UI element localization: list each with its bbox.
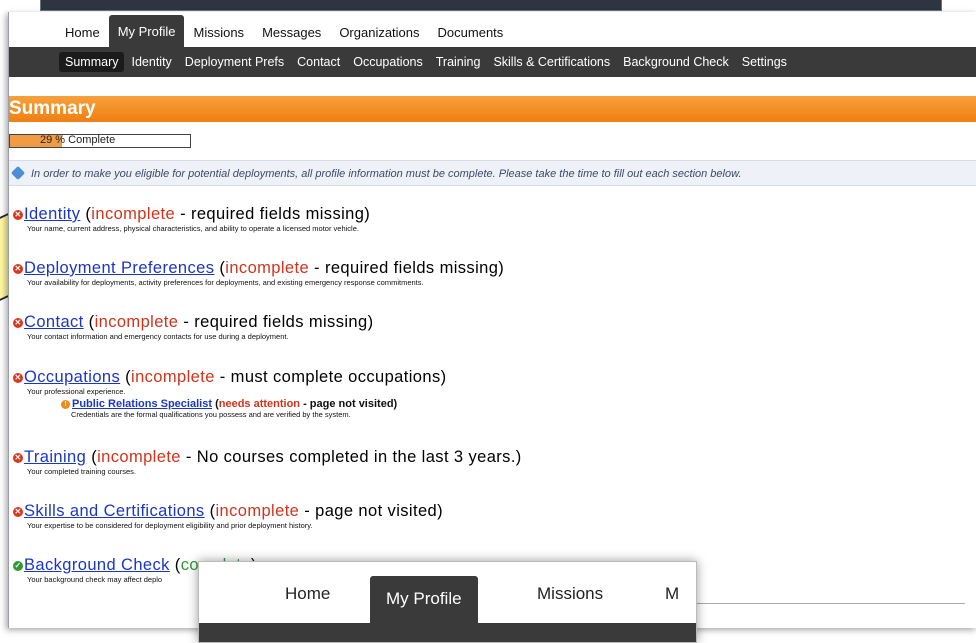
zoom-inset: Home My Profile Missions M xyxy=(198,561,697,643)
status-detail: - required fields missing) xyxy=(309,259,505,277)
error-icon: ✕ xyxy=(13,209,23,220)
info-text: In order to make you eligible for potent… xyxy=(31,168,742,180)
skills-certifications-link[interactable]: Skills and Certifications xyxy=(24,502,205,520)
subtab-settings[interactable]: Settings xyxy=(736,52,793,72)
subtab-background-check[interactable]: Background Check xyxy=(617,52,735,72)
training-link[interactable]: Training xyxy=(24,448,86,466)
info-banner: In order to make you eligible for potent… xyxy=(9,160,976,186)
status-label: incomplete xyxy=(94,313,179,331)
contact-link[interactable]: Contact xyxy=(24,313,84,331)
page-title: Summary xyxy=(9,96,976,122)
tab-my-profile[interactable]: My Profile xyxy=(108,15,185,47)
section-contact: ✕ Contact (incomplete - required fields m… xyxy=(13,313,373,341)
subtab-occupations[interactable]: Occupations xyxy=(347,52,428,72)
status-label: incomplete xyxy=(91,205,176,223)
identity-link[interactable]: Identity xyxy=(24,205,80,223)
error-icon: ✕ xyxy=(13,372,23,383)
info-icon xyxy=(10,165,26,181)
occupations-link[interactable]: Occupations xyxy=(24,368,120,386)
section-occupations: ✕ Occupations (incomplete - must complete… xyxy=(13,368,447,419)
tab-home[interactable]: Home xyxy=(56,19,109,47)
error-icon: ✕ xyxy=(13,263,23,274)
section-training: ✕ Training (incomplete - No courses compl… xyxy=(13,448,522,476)
status-detail: - must complete occupations) xyxy=(214,368,447,386)
warning-icon: ! xyxy=(61,399,70,409)
section-description: Your expertise to be considered for depl… xyxy=(27,521,313,530)
tab-documents[interactable]: Documents xyxy=(429,19,513,47)
subtab-summary[interactable]: Summary xyxy=(59,52,125,72)
status-label: incomplete xyxy=(225,259,310,277)
status-detail: - required fields missing) xyxy=(175,205,371,223)
section-skills-certifications: ✕ Skills and Certifications (incomplete -… xyxy=(13,502,443,530)
tab-missions[interactable]: Missions xyxy=(184,19,253,47)
deployment-preferences-link[interactable]: Deployment Preferences xyxy=(24,259,214,277)
status-detail: - required fields missing) xyxy=(178,313,374,331)
subtab-identity[interactable]: Identity xyxy=(125,52,177,72)
subtab-contact[interactable]: Contact xyxy=(291,52,346,72)
error-icon: ✕ xyxy=(13,452,23,463)
status-label: incomplete xyxy=(131,368,215,386)
check-icon: ✓ xyxy=(13,560,23,571)
main-nav: Home My Profile Missions Messages Organi… xyxy=(9,12,976,47)
error-icon: ✕ xyxy=(13,506,23,517)
zoom-subnav-bar xyxy=(199,623,696,642)
section-deployment-preferences: ✕ Deployment Preferences (incomplete - re… xyxy=(13,259,504,287)
section-description: Your contact information and emergency c… xyxy=(27,332,289,341)
error-icon: ✕ xyxy=(13,317,23,328)
status-detail: - page not visited) xyxy=(300,398,398,410)
status-label: incomplete xyxy=(97,448,181,466)
subtab-training[interactable]: Training xyxy=(430,52,487,72)
zoom-tab-missions[interactable]: Missions xyxy=(537,584,603,604)
progress-bar: 29 % Complete xyxy=(9,134,191,148)
section-description: Your completed training courses. xyxy=(27,467,136,476)
tab-organizations[interactable]: Organizations xyxy=(330,19,428,47)
section-description: Your name, current address, physical cha… xyxy=(27,224,359,233)
progress-label: 29 % Complete xyxy=(40,134,116,146)
zoom-divider xyxy=(695,603,965,604)
occupation-link[interactable]: Public Relations Specialist xyxy=(72,398,212,410)
top-window-bar xyxy=(40,0,942,11)
occupation-description: Credentials are the formal qualification… xyxy=(71,410,351,419)
status-detail: - page not visited) xyxy=(299,502,444,520)
tab-messages[interactable]: Messages xyxy=(253,19,330,47)
status-label: needs attention xyxy=(218,398,301,410)
subtab-skills-certifications[interactable]: Skills & Certifications xyxy=(487,52,616,72)
profile-page: Home My Profile Missions Messages Organi… xyxy=(8,12,976,628)
status-detail: - No courses completed in the last 3 yea… xyxy=(180,448,522,466)
zoom-tab-home[interactable]: Home xyxy=(285,584,330,604)
subtab-deployment-prefs[interactable]: Deployment Prefs xyxy=(179,52,290,72)
sub-nav: Summary Identity Deployment Prefs Contac… xyxy=(9,47,976,77)
zoom-tab-my-profile[interactable]: My Profile xyxy=(370,576,478,623)
status-label: incomplete xyxy=(215,502,300,520)
section-description: Your availability for deployments, activ… xyxy=(27,278,424,287)
occupation-item: ! Public Relations Specialist (needs atte… xyxy=(61,398,447,410)
section-identity: ✕ Identity (incomplete - required fields … xyxy=(13,205,370,233)
zoom-tab-messages[interactable]: M xyxy=(665,584,679,604)
section-description: Your professional experience. xyxy=(27,387,126,396)
background-check-link[interactable]: Background Check xyxy=(24,556,170,574)
